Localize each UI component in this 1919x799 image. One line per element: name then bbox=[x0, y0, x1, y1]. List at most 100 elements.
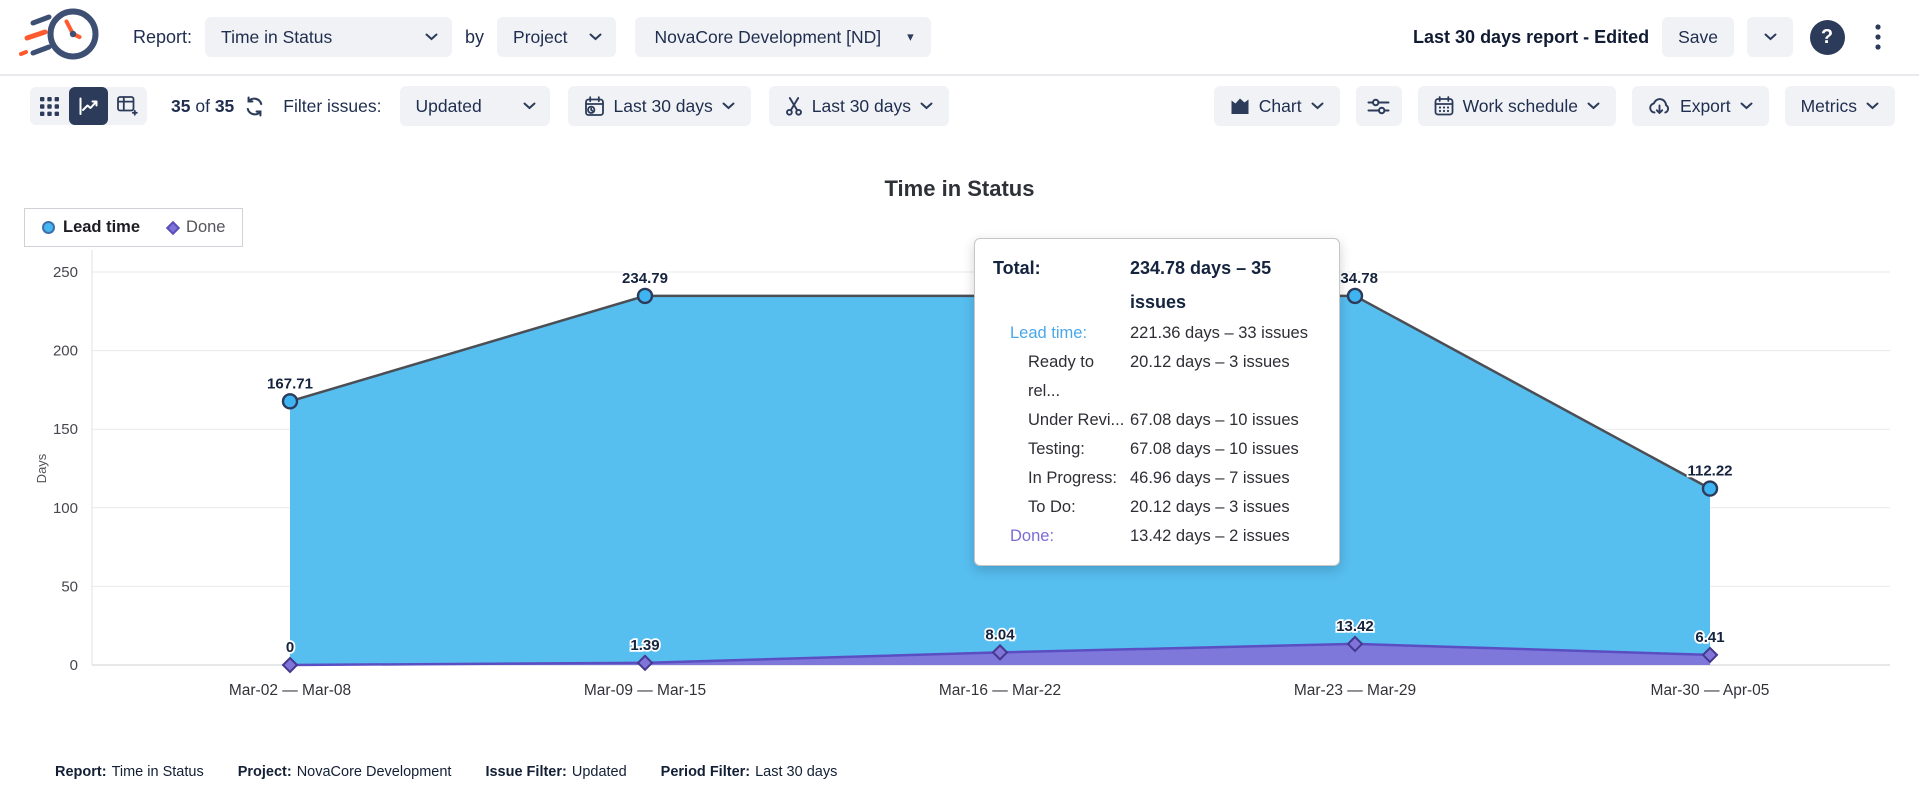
calendar-icon bbox=[1434, 96, 1454, 116]
chevron-down-icon bbox=[523, 102, 536, 110]
footer-report: Report: Time in Status bbox=[55, 764, 204, 780]
project-value: NovaCore Development [ND] bbox=[654, 27, 881, 48]
refresh-button[interactable] bbox=[244, 96, 265, 117]
tooltip-value: 20.12 days – 3 issues bbox=[1130, 493, 1321, 522]
work-schedule-select[interactable]: Work schedule bbox=[1418, 86, 1616, 126]
svg-text:Mar-09 — Mar-15: Mar-09 — Mar-15 bbox=[584, 682, 706, 699]
svg-text:100: 100 bbox=[53, 500, 78, 517]
svg-text:13.42: 13.42 bbox=[1336, 618, 1374, 635]
footer-label: Period Filter: bbox=[661, 764, 750, 780]
tooltip-row-to-do: To Do: 20.12 days – 3 issues bbox=[993, 493, 1321, 522]
svg-text:Mar-23 — Mar-29: Mar-23 — Mar-29 bbox=[1294, 682, 1416, 699]
area-chart-icon bbox=[1230, 97, 1250, 115]
more-menu-button[interactable] bbox=[1861, 17, 1895, 57]
chart-type-select[interactable]: Chart bbox=[1214, 86, 1340, 126]
tooltip-value: 221.36 days – 33 issues bbox=[1130, 319, 1321, 348]
tooltip-row-lead-time: Lead time: 221.36 days – 33 issues bbox=[993, 319, 1321, 348]
legend-done-label: Done bbox=[186, 218, 225, 237]
help-button[interactable]: ? bbox=[1806, 17, 1848, 57]
cloud-export-icon bbox=[1648, 97, 1671, 116]
project-select[interactable]: NovaCore Development [ND] ▾ bbox=[635, 17, 931, 57]
metrics-select[interactable]: Metrics bbox=[1785, 86, 1895, 126]
tooltip-value: 234.78 days – 35 issues bbox=[1130, 251, 1321, 319]
view-switcher bbox=[30, 87, 147, 125]
trim-filter-value: Last 30 days bbox=[812, 96, 911, 117]
tooltip-row-under-review: Under Revi... 67.08 days – 10 issues bbox=[993, 406, 1321, 435]
report-type-select[interactable]: Time in Status bbox=[205, 17, 452, 57]
footer-issue-filter: Issue Filter:Updated bbox=[485, 764, 626, 780]
tooltip-row-total: Total: 234.78 days – 35 issues bbox=[993, 251, 1321, 319]
count-total: 35 bbox=[215, 96, 234, 116]
tooltip-label: Ready to rel... bbox=[993, 348, 1130, 406]
kebab-menu-icon bbox=[1875, 24, 1881, 50]
tooltip-label: To Do: bbox=[993, 493, 1130, 522]
chart-settings-button[interactable] bbox=[1356, 86, 1402, 126]
chart-title: Time in Status bbox=[0, 176, 1919, 202]
question-mark-icon: ? bbox=[1810, 20, 1845, 55]
issue-count: 35 of 35 bbox=[171, 96, 234, 117]
app-logo bbox=[18, 4, 104, 71]
tooltip-value: 20.12 days – 3 issues bbox=[1130, 348, 1321, 406]
clock-logo-icon bbox=[18, 4, 104, 66]
sliders-icon bbox=[1367, 97, 1390, 116]
tooltip-value: 46.96 days – 7 issues bbox=[1130, 464, 1321, 493]
group-by-value: Project bbox=[513, 27, 567, 48]
group-by-select[interactable]: Project bbox=[497, 17, 616, 57]
report-type-value: Time in Status bbox=[221, 27, 332, 48]
svg-text:50: 50 bbox=[61, 578, 78, 595]
chevron-down-icon bbox=[1764, 33, 1777, 41]
chevron-down-icon bbox=[425, 33, 438, 41]
chevron-down-icon bbox=[1311, 102, 1324, 110]
tooltip-label: In Progress: bbox=[993, 464, 1130, 493]
tooltip-label: Under Revi... bbox=[993, 406, 1130, 435]
pivot-table-icon bbox=[117, 96, 138, 116]
chevron-down-icon bbox=[1740, 102, 1753, 110]
footer-label: Project: bbox=[238, 764, 292, 780]
time-in-status-chart[interactable]: 050100150200250DaysMar-02 — Mar-08Mar-09… bbox=[0, 210, 1919, 730]
triangle-down-icon: ▾ bbox=[907, 29, 914, 45]
trim-period-select[interactable]: Last 30 days bbox=[769, 86, 949, 126]
pivot-view-button[interactable] bbox=[108, 87, 147, 125]
work-schedule-value: Work schedule bbox=[1463, 96, 1578, 117]
chart-view-button[interactable] bbox=[69, 87, 108, 125]
toolbar: 35 of 35 Filter issues: Updated Last 30 … bbox=[0, 74, 1919, 136]
svg-text:1.39: 1.39 bbox=[630, 637, 659, 654]
period-filter-select[interactable]: Last 30 days bbox=[568, 86, 751, 126]
filter-issues-label: Filter issues: bbox=[283, 96, 381, 117]
footer-period-filter: Period Filter: Last 30 days bbox=[661, 764, 838, 780]
report-summary-footer: Report:Time in Status Project:NovaCore D… bbox=[55, 764, 837, 780]
export-select[interactable]: Export bbox=[1632, 86, 1769, 126]
calendar-clock-icon bbox=[584, 96, 605, 117]
footer-label: Report: bbox=[55, 764, 107, 780]
tooltip-row-done: Done: 13.42 days – 2 issues bbox=[993, 522, 1321, 551]
tooltip-row-in-progress: In Progress: 46.96 days – 7 issues bbox=[993, 464, 1321, 493]
svg-text:250: 250 bbox=[53, 264, 78, 281]
tooltip-value: 67.08 days – 10 issues bbox=[1130, 435, 1321, 464]
footer-value: Last 30 days bbox=[755, 764, 837, 780]
tooltip-label: Lead time: bbox=[993, 319, 1130, 348]
by-label: by bbox=[465, 27, 484, 48]
svg-text:234.79: 234.79 bbox=[622, 270, 668, 287]
chevron-down-icon bbox=[722, 102, 735, 110]
save-options-button[interactable] bbox=[1747, 17, 1793, 57]
app-root: Report: Time in Status by Project NovaCo… bbox=[0, 0, 1919, 799]
legend-item-done[interactable]: Done bbox=[168, 218, 225, 237]
issue-filter-select[interactable]: Updated bbox=[400, 86, 550, 126]
legend-item-lead-time[interactable]: Lead time bbox=[42, 218, 140, 237]
metrics-value: Metrics bbox=[1801, 96, 1857, 117]
scissors-icon bbox=[785, 96, 803, 116]
tooltip-label: Testing: bbox=[993, 435, 1130, 464]
footer-label: Issue Filter: bbox=[485, 764, 566, 780]
refresh-icon bbox=[244, 96, 265, 117]
save-button[interactable]: Save bbox=[1662, 17, 1734, 57]
count-current: 35 bbox=[171, 96, 190, 116]
svg-text:8.04: 8.04 bbox=[985, 626, 1015, 643]
tooltip-label: Total: bbox=[993, 251, 1130, 319]
export-value: Export bbox=[1680, 96, 1731, 117]
list-view-button[interactable] bbox=[30, 87, 69, 125]
footer-value: Time in Status bbox=[112, 764, 204, 780]
chart-type-value: Chart bbox=[1259, 96, 1302, 117]
report-label: Report: bbox=[133, 27, 192, 48]
svg-text:6.41: 6.41 bbox=[1695, 629, 1724, 646]
svg-text:Mar-30 — Apr-05: Mar-30 — Apr-05 bbox=[1651, 682, 1770, 699]
